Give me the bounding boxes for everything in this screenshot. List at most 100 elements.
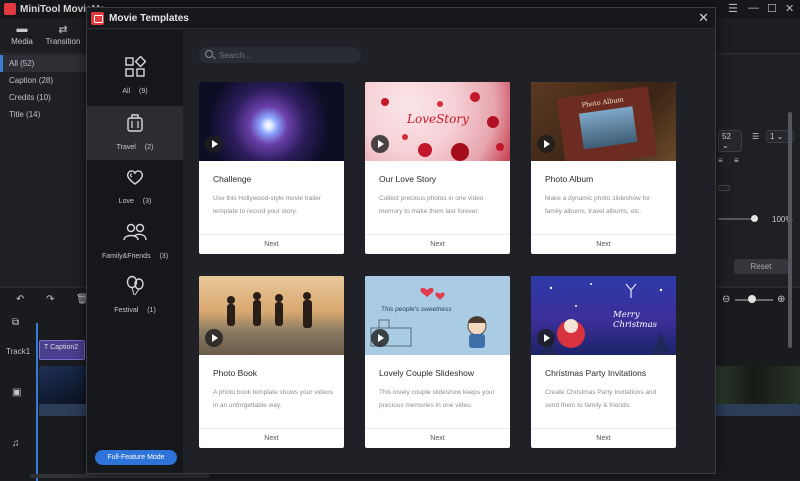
- search-input[interactable]: [219, 49, 357, 61]
- zoom-slider-thumb[interactable]: [748, 295, 756, 303]
- color-swatch[interactable]: [718, 185, 730, 191]
- suitcase-icon: [127, 114, 143, 132]
- balloons-icon: [126, 275, 144, 296]
- album-cover: Photo Album: [556, 85, 658, 161]
- template-card-photo-album[interactable]: Photo Album Photo Album Make a dynamic p…: [531, 82, 676, 254]
- audio-clip-right[interactable]: [716, 404, 800, 416]
- folder-icon: ▬: [16, 23, 28, 35]
- left-category-panel: All (52) Caption (28) Credits (10) Title…: [0, 55, 86, 285]
- transition-icon: ⇄: [58, 24, 68, 36]
- line-spacing-icon[interactable]: ☰: [752, 132, 759, 141]
- couple-thumb-text: This people's sweetness: [381, 306, 452, 313]
- play-icon[interactable]: [371, 329, 389, 347]
- category-tab-festival[interactable]: Festival (1): [87, 269, 183, 323]
- card-description: Use this Hollywood-style movie trailer t…: [213, 195, 322, 215]
- category-credits[interactable]: Credits (10): [0, 89, 86, 106]
- close-icon[interactable]: ✕: [698, 10, 709, 26]
- play-icon[interactable]: [205, 135, 223, 153]
- next-button[interactable]: Next: [199, 428, 344, 448]
- grid-icon: [125, 56, 146, 77]
- card-title: Photo Book: [213, 368, 257, 378]
- gallery-scrollbar[interactable]: [788, 112, 792, 348]
- category-love-label: Love: [118, 198, 134, 205]
- next-button[interactable]: Next: [199, 234, 344, 254]
- category-tab-travel[interactable]: Travel (2): [87, 106, 183, 160]
- category-travel-count: (2): [144, 144, 154, 151]
- template-card-challenge[interactable]: Challenge Use this Hollywood-style movie…: [199, 82, 344, 254]
- audio-clip[interactable]: [39, 404, 87, 416]
- minimize-icon[interactable]: —: [748, 2, 759, 14]
- audio-track-icon: ♫: [12, 438, 20, 449]
- opacity-slider-track[interactable]: [718, 218, 754, 220]
- align-right-icon[interactable]: ≡: [734, 156, 739, 165]
- category-title[interactable]: Title (14): [0, 106, 86, 123]
- next-button[interactable]: Next: [365, 428, 510, 448]
- category-caption[interactable]: Caption (28): [0, 72, 86, 89]
- christmas-thumb-text: Merry Christmas: [613, 310, 658, 330]
- card-title: Christmas Party Invitations: [545, 368, 647, 378]
- template-card-lovely-couple-slideshow[interactable]: This people's sweetness Lovely Couple Sl…: [365, 276, 510, 448]
- playhead[interactable]: [36, 323, 38, 481]
- card-description: A photo book template shows your videos …: [213, 389, 333, 409]
- caption-clip[interactable]: T Caption2: [39, 340, 85, 360]
- video-track-icon: ▣: [12, 387, 22, 398]
- card-description: Collect precious photos in one video mem…: [379, 195, 484, 215]
- template-card-christmas-party-invitations[interactable]: Merry Christmas Christmas Party Invitati…: [531, 276, 676, 448]
- reset-button[interactable]: Reset: [734, 259, 788, 274]
- category-tab-all[interactable]: All (9): [87, 50, 183, 104]
- category-festival-count: (1): [147, 307, 156, 314]
- redo-icon[interactable]: ↷: [46, 294, 54, 305]
- timeline-scrollbar[interactable]: [30, 474, 210, 478]
- zoom-out-icon[interactable]: ⊖: [722, 294, 730, 305]
- undo-icon[interactable]: ↶: [16, 294, 24, 305]
- zoom-in-icon[interactable]: ⊕: [777, 294, 785, 305]
- category-all[interactable]: All (52): [0, 55, 86, 72]
- category-tab-family-friends[interactable]: Family&Friends (3): [87, 215, 183, 269]
- search-icon: [205, 50, 213, 58]
- track-label: Track1: [6, 347, 31, 356]
- love-story-thumb-text: LoveStory: [407, 112, 469, 126]
- menu-icon[interactable]: ☰: [728, 2, 738, 15]
- video-clip[interactable]: [39, 366, 87, 404]
- caption-clip-label: Caption2: [50, 344, 79, 351]
- category-all-label: All: [122, 88, 131, 95]
- next-button[interactable]: Next: [531, 428, 676, 448]
- window-close-icon[interactable]: ✕: [785, 2, 794, 15]
- play-icon[interactable]: [537, 135, 555, 153]
- category-travel-label: Travel: [116, 144, 136, 151]
- maximize-icon[interactable]: ☐: [767, 2, 777, 15]
- card-title: Photo Album: [545, 174, 594, 184]
- template-card-our-love-story[interactable]: LoveStory Our Love Story Collect preciou…: [365, 82, 510, 254]
- play-icon[interactable]: [371, 135, 389, 153]
- movie-templates-dialog: Movie Templates ✕ All (9) Travel (2) Lov…: [86, 7, 792, 474]
- category-festival-label: Festival: [114, 307, 139, 314]
- add-track-icon[interactable]: ⧉: [12, 317, 19, 328]
- media-tab[interactable]: ▬ Media: [0, 23, 44, 46]
- video-clip-right[interactable]: [716, 366, 800, 404]
- hearts-icon: [126, 170, 144, 185]
- align-left-icon[interactable]: ≡: [718, 156, 723, 165]
- dialog-header: Movie Templates ✕: [87, 8, 715, 29]
- card-description: Create Christmas Party Invitations and s…: [545, 389, 657, 409]
- opacity-slider-thumb[interactable]: [751, 215, 758, 222]
- movie-templates-logo-icon: [91, 12, 104, 25]
- play-icon[interactable]: [205, 329, 223, 347]
- template-gallery: Challenge Use this Hollywood-style movie…: [183, 30, 792, 473]
- media-tab-label: Media: [11, 37, 33, 46]
- font-size-value: 52: [722, 132, 731, 141]
- template-category-sidebar: All (9) Travel (2) Love (3) Family&Frien…: [87, 30, 183, 473]
- search-box: [199, 47, 361, 63]
- card-title: Lovely Couple Slideshow: [379, 368, 474, 378]
- font-size-select[interactable]: 52 ⌄: [718, 130, 742, 152]
- transition-tab[interactable]: ⇄ Transition: [41, 23, 85, 46]
- full-feature-mode-button[interactable]: Full-Feature Mode: [95, 450, 177, 465]
- card-description: Make a dynamic photo slideshow for famil…: [545, 195, 651, 215]
- card-description: This lovely couple slideshow keeps your …: [379, 389, 495, 409]
- next-button[interactable]: Next: [365, 234, 510, 254]
- play-icon[interactable]: [537, 329, 555, 347]
- category-love-count: (3): [142, 198, 152, 205]
- category-tab-love[interactable]: Love (3): [87, 160, 183, 214]
- spacing-value: 1: [770, 132, 775, 141]
- next-button[interactable]: Next: [531, 234, 676, 254]
- template-card-photo-book[interactable]: Photo Book A photo book template shows y…: [199, 276, 344, 448]
